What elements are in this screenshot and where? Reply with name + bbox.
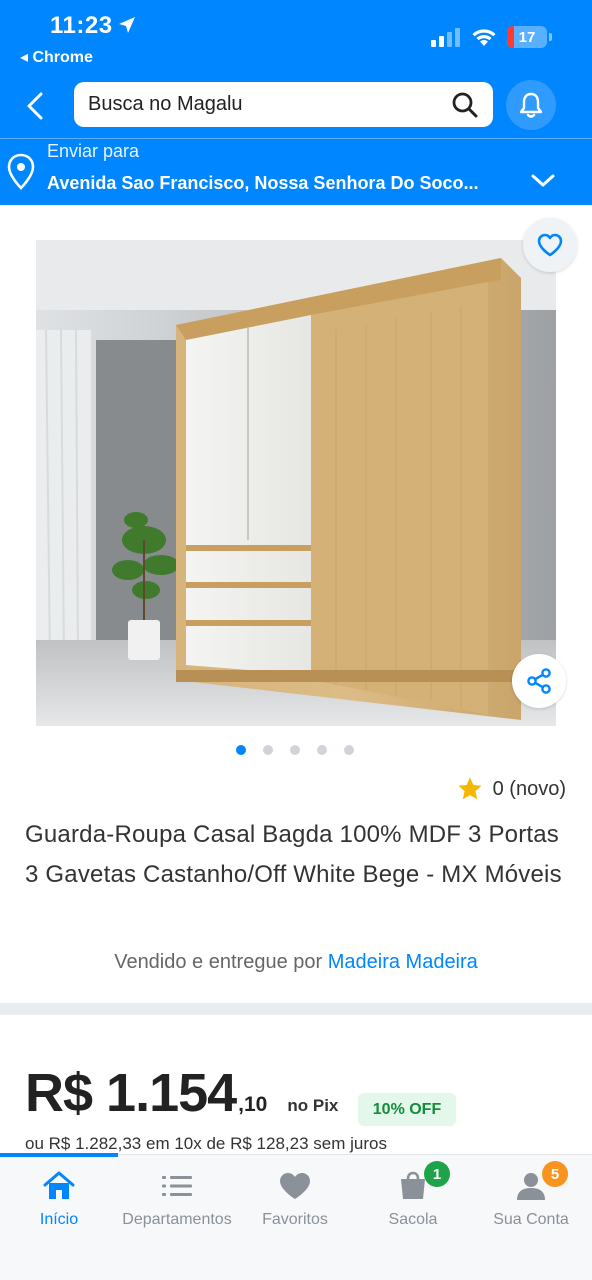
chevron-down-icon [531, 174, 555, 187]
carousel-dot[interactable] [236, 745, 246, 755]
product-image[interactable] [36, 240, 556, 726]
notification-count-badge: 5 [542, 1161, 568, 1187]
home-icon [43, 1171, 75, 1199]
carousel-dot[interactable] [317, 745, 327, 755]
wardrobe-photo [36, 240, 556, 726]
installments-text: ou R$ 1.282,33 em 10x de R$ 128,23 sem j… [25, 1134, 387, 1153]
carousel-dot[interactable] [263, 745, 273, 755]
battery-cap [549, 33, 552, 41]
product-rating[interactable]: 0 (novo) [457, 776, 566, 802]
location-pin-icon [7, 153, 35, 190]
section-separator [0, 1003, 592, 1015]
back-to-app-link[interactable]: ◂ Chrome [20, 47, 93, 67]
heart-icon [280, 1173, 310, 1199]
list-icon [162, 1176, 192, 1196]
bottom-navigation: Início Departamentos Favoritos 1 Sacola … [0, 1153, 592, 1280]
app-header: 11:23 ◂ Chrome 17 Busca no Magalu Enviar… [0, 0, 592, 205]
status-indicators: 17 [431, 26, 552, 48]
notifications-button[interactable] [506, 80, 556, 130]
seller-info: Vendido e entregue por Madeira Madeira [0, 951, 592, 974]
star-icon [458, 777, 482, 800]
search-placeholder: Busca no Magalu [88, 93, 243, 115]
price: R$ 1.154 ,10 no Pix [25, 1062, 338, 1124]
signal-icon [431, 28, 460, 47]
seller-link[interactable]: Madeira Madeira [328, 951, 478, 973]
nav-item-favoritos[interactable]: Favoritos [236, 1165, 354, 1229]
chevron-left-icon [27, 92, 43, 120]
share-icon [527, 668, 551, 694]
seller-prefix: Vendido e entregue por [114, 951, 323, 973]
bell-icon [519, 92, 543, 118]
share-button[interactable] [512, 654, 566, 708]
battery-indicator: 17 [507, 26, 547, 48]
nav-item-inicio[interactable]: Início [0, 1165, 118, 1229]
product-title: Guarda-Roupa Casal Bagda 100% MDF 3 Port… [25, 821, 562, 888]
nav-item-sacola[interactable]: 1 Sacola [354, 1161, 472, 1229]
nav-item-departamentos[interactable]: Departamentos [118, 1165, 236, 1229]
status-time: 11:23 [50, 12, 137, 40]
delivery-location-selector[interactable]: Enviar para Avenida Sao Francisco, Nossa… [0, 139, 592, 205]
nav-active-indicator [0, 1153, 118, 1157]
location-arrow-icon [118, 17, 135, 33]
price-cents: ,10 [238, 1093, 268, 1116]
rating-text: 0 (novo) [492, 777, 566, 800]
search-icon[interactable] [451, 91, 479, 119]
cart-count-badge: 1 [424, 1161, 450, 1187]
price-main: R$ 1.154 [25, 1063, 237, 1123]
payment-method-label: no Pix [287, 1096, 339, 1115]
back-button[interactable] [18, 86, 52, 126]
carousel-dot[interactable] [344, 745, 354, 755]
wifi-icon [472, 29, 496, 46]
heart-outline-icon [537, 233, 563, 257]
discount-badge: 10% OFF [358, 1093, 456, 1126]
location-label: Enviar para [47, 141, 140, 161]
nav-item-sua-conta[interactable]: 5 Sua Conta [472, 1161, 590, 1229]
image-carousel-dots [236, 745, 354, 755]
carousel-dot[interactable] [290, 745, 300, 755]
favorite-button[interactable] [523, 218, 577, 272]
search-input[interactable]: Busca no Magalu [74, 82, 493, 127]
location-address: Avenida Sao Francisco, Nossa Senhora Do … [47, 173, 479, 193]
